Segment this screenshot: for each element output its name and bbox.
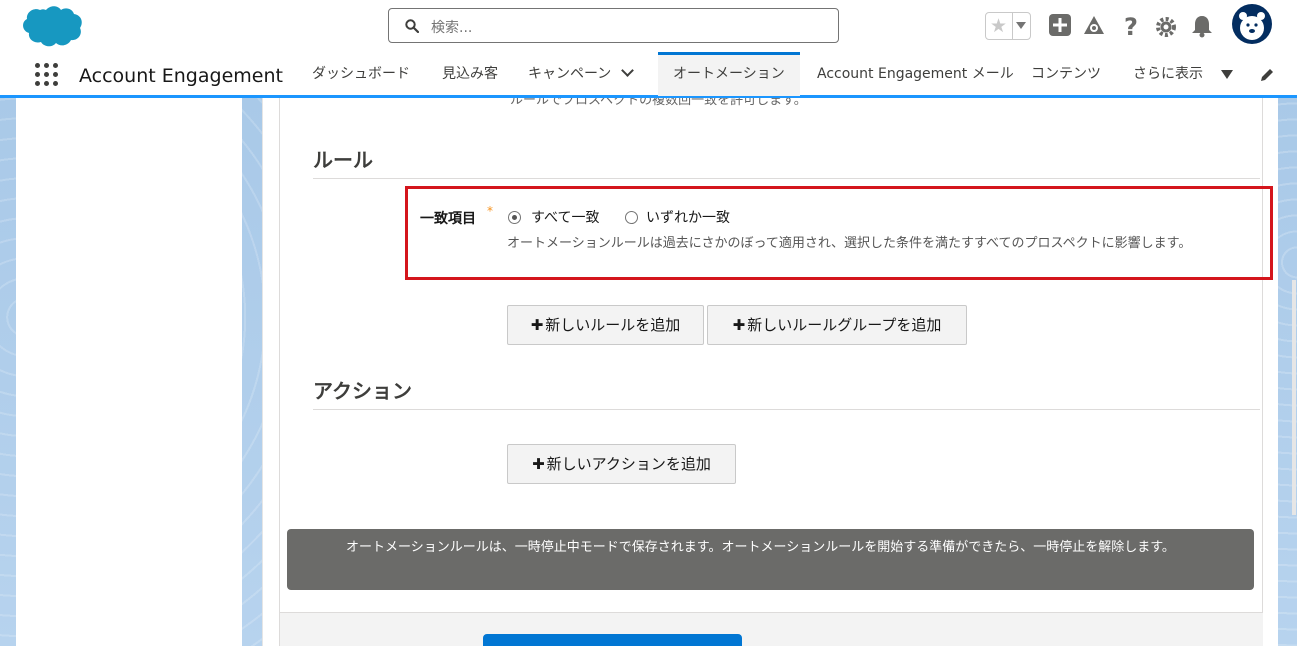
tab-dashboard[interactable]: ダッシュボード (312, 52, 410, 96)
match-all-radio[interactable] (508, 211, 521, 224)
app-name: Account Engagement (79, 65, 283, 87)
app-launcher-icon[interactable] (35, 63, 59, 87)
form-footer (280, 612, 1263, 646)
favorites-button[interactable]: ★ (985, 12, 1031, 40)
actions-section-title: アクション (313, 379, 412, 403)
help-icon[interactable]: ? (1117, 12, 1145, 40)
main-content: ルールでプロスペクトの複数回一致を許可します。 ルール 一致項目 * すべて一致… (262, 98, 1278, 646)
tab-automation[interactable]: オートメーション (658, 52, 800, 96)
match-type-help-text: オートメーションルールは過去にさかのぼって適用され、選択した条件を満たすすべての… (507, 236, 1192, 251)
chevron-down-icon[interactable] (621, 64, 635, 77)
global-header: 検索... ★ ? (0, 0, 1297, 52)
paused-mode-info-banner: オートメーションルールは、一時停止中モードで保存されます。オートメーションルール… (287, 529, 1254, 590)
match-all-label[interactable]: すべて一致 (531, 207, 599, 227)
avatar-bear-icon (1233, 5, 1271, 43)
rules-divider (313, 178, 1260, 179)
tab-content[interactable]: コンテンツ (1031, 52, 1101, 96)
salesforce-logo[interactable] (20, 4, 84, 48)
search-icon (405, 19, 419, 33)
add-rule-group-label: 新しいルールグループを追加 (747, 316, 942, 334)
user-avatar[interactable] (1232, 4, 1272, 44)
rules-section-title: ルール (313, 148, 373, 172)
trailhead-icon[interactable] (1080, 12, 1108, 40)
page-scrollbar[interactable] (1292, 280, 1296, 515)
match-any-label[interactable]: いずれか一致 (646, 207, 730, 227)
search-placeholder: 検索... (431, 20, 473, 36)
tab-campaigns[interactable]: キャンペーン (528, 52, 635, 96)
add-action-label: 新しいアクションを追加 (546, 455, 711, 473)
settings-icon[interactable] (1153, 12, 1181, 40)
app-navigation-bar: Account Engagement ダッシュボード 見込み客 キャンペーン オ… (0, 52, 1297, 98)
match-any-radio[interactable] (625, 211, 638, 224)
global-search[interactable]: 検索... (388, 8, 839, 43)
match-type-label: 一致項目 (420, 211, 476, 227)
favorites-divider (1012, 13, 1013, 39)
add-rule-button[interactable]: ✚ 新しいルールを追加 (507, 305, 704, 345)
tab-campaigns-label: キャンペーン (528, 66, 612, 82)
add-rule-group-button[interactable]: ✚ 新しいルールグループを追加 (707, 305, 967, 345)
tab-account-engagement-email[interactable]: Account Engagement メール (817, 52, 1014, 96)
add-rule-label: 新しいルールを追加 (545, 316, 681, 334)
more-caret-icon[interactable] (1221, 70, 1233, 79)
plus-icon: ✚ (530, 316, 544, 334)
tab-prospects[interactable]: 見込み客 (442, 52, 498, 96)
plus-icon: ✚ (532, 455, 545, 473)
svg-text:?: ? (1124, 13, 1138, 40)
edit-pencil-icon[interactable] (1258, 66, 1276, 84)
favorites-menu-caret-icon[interactable] (1016, 22, 1026, 29)
left-panel (16, 98, 242, 646)
actions-divider (313, 409, 1260, 410)
add-icon[interactable] (1047, 12, 1075, 40)
notifications-bell-icon[interactable] (1189, 12, 1217, 40)
primary-save-button[interactable] (483, 634, 742, 646)
plus-icon: ✚ (732, 316, 746, 334)
repeat-rule-help-text: ルールでプロスペクトの複数回一致を許可します。 (510, 98, 807, 108)
favorites-star-icon: ★ (990, 15, 1008, 37)
add-action-button[interactable]: ✚ 新しいアクションを追加 (507, 444, 736, 484)
tab-more[interactable]: さらに表示 (1133, 52, 1203, 96)
match-type-highlight-box (405, 186, 1273, 280)
required-marker: * (487, 204, 493, 218)
